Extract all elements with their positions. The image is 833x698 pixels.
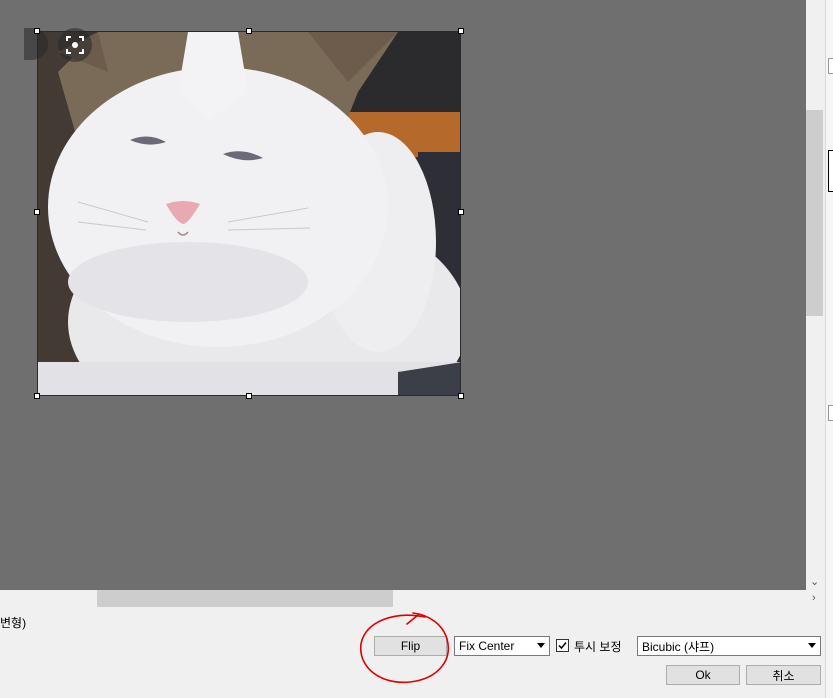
interpolation-select[interactable]: Bicubic (샤프) xyxy=(637,636,821,656)
anchor-select-value: Fix Center xyxy=(459,639,515,653)
anchor-select[interactable]: Fix Center xyxy=(454,636,550,656)
resize-handle-top-right[interactable] xyxy=(458,28,464,34)
horizontal-scrollbar[interactable]: › xyxy=(0,590,825,608)
chevron-right-icon[interactable]: › xyxy=(812,592,816,604)
right-side-panel xyxy=(825,0,833,698)
cat-image[interactable] xyxy=(37,31,461,396)
resize-handle-bottom-right[interactable] xyxy=(458,393,464,399)
ok-button[interactable]: Ok xyxy=(666,665,740,685)
lens-button[interactable] xyxy=(58,28,92,62)
right-panel-control[interactable] xyxy=(828,150,833,192)
resize-handle-right[interactable] xyxy=(458,209,464,215)
vertical-scrollbar[interactable]: ⌄ xyxy=(806,0,825,590)
resize-handle-left[interactable] xyxy=(34,209,40,215)
chevron-down-icon[interactable]: ⌄ xyxy=(810,575,819,588)
transform-label: 변형) xyxy=(0,616,27,630)
vertical-scroll-thumb[interactable] xyxy=(806,110,823,316)
right-panel-control[interactable] xyxy=(828,58,833,74)
interpolation-select-value: Bicubic (샤프) xyxy=(642,639,715,654)
flip-button[interactable]: Flip xyxy=(374,636,447,656)
resize-handle-top-left[interactable] xyxy=(34,28,40,34)
right-panel-control[interactable] xyxy=(828,405,833,421)
cat-illustration xyxy=(38,32,460,395)
cancel-button[interactable]: 취소 xyxy=(746,665,821,685)
resize-handle-bottom[interactable] xyxy=(246,393,252,399)
resize-handle-bottom-left[interactable] xyxy=(34,393,40,399)
perspective-label[interactable]: 투시 보정 xyxy=(574,638,622,655)
lens-icon xyxy=(66,36,84,54)
caret-down-icon xyxy=(537,643,545,648)
resize-handle-top[interactable] xyxy=(246,28,252,34)
canvas-area[interactable] xyxy=(0,0,806,590)
horizontal-scroll-thumb[interactable] xyxy=(97,590,393,607)
checkmark-icon xyxy=(558,642,567,650)
caret-down-icon xyxy=(808,643,816,648)
perspective-checkbox[interactable] xyxy=(556,639,569,652)
